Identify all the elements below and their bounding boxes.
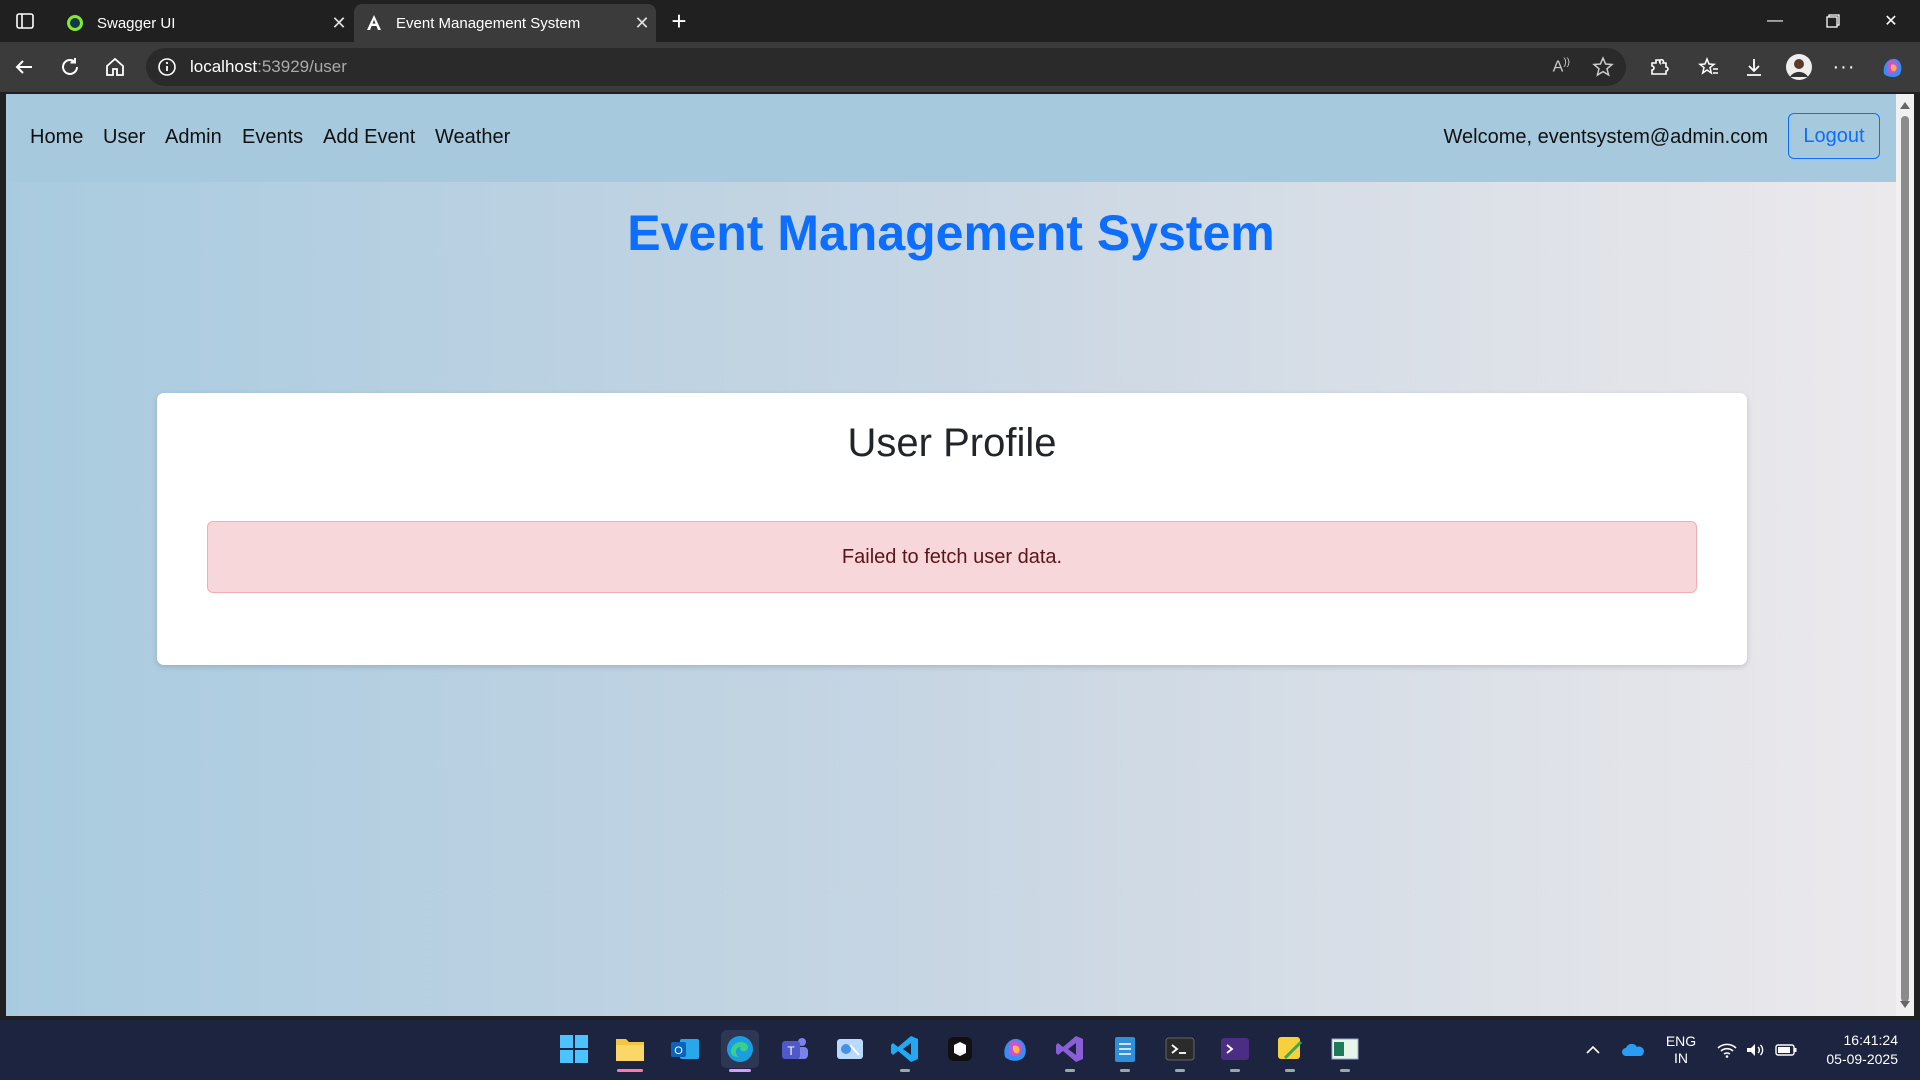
edge-icon[interactable]	[721, 1030, 759, 1072]
visual-studio-icon[interactable]	[1051, 1030, 1089, 1072]
browser-toolbar: localhost:53929/user A)) ···	[0, 42, 1920, 92]
clock-time: 16:41:24	[1843, 1032, 1899, 1048]
page-title: Event Management System	[627, 205, 1275, 261]
card-title: User Profile	[847, 421, 1057, 465]
language-indicator[interactable]: ENG IN	[1656, 1020, 1706, 1080]
extensions-icon[interactable]	[1643, 52, 1675, 82]
onedrive-icon[interactable]	[1618, 1020, 1648, 1080]
tab-actions-icon[interactable]	[14, 10, 36, 32]
notepad-icon[interactable]	[1106, 1030, 1144, 1072]
nav-link-add-event[interactable]: Add Event	[323, 126, 415, 149]
page-scrollbar[interactable]	[1896, 94, 1914, 1016]
welcome-text: Welcome, eventsystem@admin.com	[1443, 126, 1768, 148]
file-explorer-icon[interactable]	[611, 1030, 649, 1072]
favorites-icon[interactable]	[1693, 52, 1725, 82]
tab-title: Event Management System	[396, 14, 581, 32]
new-tab-button[interactable]: +	[664, 6, 694, 36]
nav-link-weather[interactable]: Weather	[435, 126, 510, 149]
site-info-icon[interactable]	[156, 56, 178, 78]
error-alert: Failed to fetch user data.	[207, 521, 1697, 593]
url-path: :53929/user	[257, 57, 347, 76]
read-aloud-icon[interactable]: A))	[1553, 57, 1570, 76]
battery-icon[interactable]	[1772, 1020, 1800, 1080]
scroll-down-icon[interactable]	[1898, 998, 1912, 1012]
lang-code: ENG	[1665, 1033, 1697, 1049]
close-window-icon[interactable]: ✕	[1866, 8, 1916, 34]
app-navbar: Home User Admin Events Add Event Weather…	[6, 94, 1896, 182]
refresh-icon[interactable]	[54, 52, 86, 82]
restore-icon[interactable]	[1808, 8, 1858, 34]
address-bar[interactable]: localhost:53929/user A))	[146, 48, 1626, 86]
url-host: localhost	[190, 57, 258, 76]
svg-text:T: T	[787, 1044, 795, 1058]
volume-icon[interactable]	[1742, 1020, 1768, 1080]
tray-overflow-icon[interactable]	[1580, 1020, 1606, 1080]
clock-date: 05-09-2025	[1826, 1051, 1898, 1067]
terminal-icon[interactable]	[1161, 1030, 1199, 1072]
tab-title: Swagger UI	[97, 14, 176, 32]
app-icon-black-box[interactable]	[941, 1030, 979, 1068]
clock[interactable]: 16:41:24 05-09-2025	[1808, 1020, 1898, 1080]
teams-icon[interactable]: T	[776, 1030, 814, 1068]
tab-event-management[interactable]: Event Management System ✕	[354, 4, 656, 42]
more-options-icon[interactable]: ···	[1828, 52, 1860, 82]
windows-taskbar: O T ENG IN 16:41:24 05-09-2025	[0, 1020, 1920, 1080]
back-icon[interactable]	[8, 52, 40, 82]
region-code: IN	[1674, 1050, 1688, 1066]
minimize-icon[interactable]: —	[1750, 8, 1800, 34]
scroll-thumb[interactable]	[1901, 116, 1909, 1002]
page-viewport: Home User Admin Events Add Event Weather…	[6, 94, 1896, 1016]
powershell-icon[interactable]	[1216, 1030, 1254, 1072]
downloads-icon[interactable]	[1738, 52, 1770, 82]
snipping-tool-icon[interactable]	[831, 1030, 869, 1068]
close-tab-icon[interactable]: ✕	[628, 13, 656, 34]
home-icon[interactable]	[99, 52, 131, 82]
outlook-icon[interactable]: O	[666, 1030, 704, 1068]
profile-avatar[interactable]	[1783, 52, 1815, 82]
angular-icon	[364, 13, 384, 33]
close-tab-icon[interactable]: ✕	[325, 13, 353, 34]
nav-link-home[interactable]: Home	[30, 126, 83, 149]
copilot-icon[interactable]	[1876, 52, 1908, 82]
app-icon-sheet[interactable]	[1326, 1030, 1364, 1072]
nav-link-admin[interactable]: Admin	[165, 126, 222, 149]
windows-start-icon[interactable]	[555, 1030, 593, 1068]
sticky-notes-icon[interactable]	[1271, 1030, 1309, 1072]
tab-swagger[interactable]: Swagger UI ✕	[55, 4, 353, 42]
swagger-icon	[65, 13, 85, 33]
browser-tab-bar: Swagger UI ✕ Event Management System ✕ +…	[0, 0, 1920, 42]
copilot-app-icon[interactable]	[996, 1030, 1034, 1068]
nav-link-user[interactable]: User	[103, 126, 145, 149]
svg-text:O: O	[674, 1045, 683, 1057]
nav-link-events[interactable]: Events	[242, 126, 303, 149]
scroll-up-icon[interactable]	[1898, 98, 1912, 112]
wifi-icon[interactable]	[1714, 1020, 1740, 1080]
vscode-icon[interactable]	[886, 1030, 924, 1072]
favorite-star-icon[interactable]	[1592, 56, 1614, 78]
logout-button[interactable]: Logout	[1788, 113, 1880, 159]
user-profile-card: User Profile Failed to fetch user data.	[157, 393, 1747, 665]
